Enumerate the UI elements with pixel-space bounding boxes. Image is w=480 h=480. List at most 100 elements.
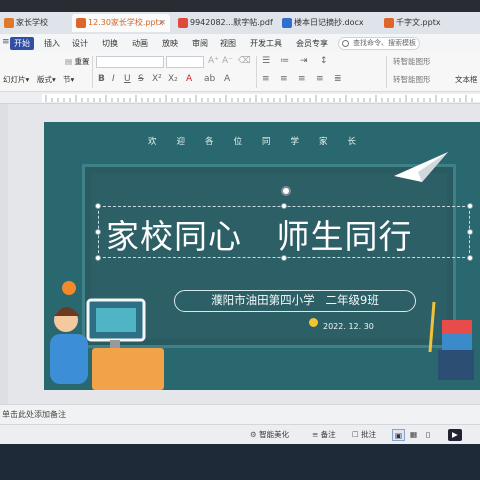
- pptx-icon: [76, 18, 86, 28]
- play-slideshow-icon[interactable]: ▶: [448, 429, 462, 441]
- tab-label: 12.30家长学校.pptx: [88, 18, 164, 27]
- tab-thousand-char[interactable]: 千字文.pptx: [380, 14, 480, 32]
- search-placeholder: 查找命令、搜索模板: [353, 39, 416, 47]
- ribbon-menu-bar: ≡ 开始 插入 设计 切换 动画 放映 审阅 视图 开发工具 会员专享 查找命令…: [0, 34, 480, 52]
- distribute-icon[interactable]: ≣: [334, 74, 342, 84]
- docx-icon: [282, 18, 292, 28]
- tab-docx[interactable]: 楼本日记摘抄.docx: [278, 14, 376, 32]
- status-bar: ⚙ 智能美化 ≡ 备注 ☐ 批注 ▣ ▦ ▯ ▶: [0, 424, 480, 444]
- presentation-date: 2022. 12. 30: [323, 322, 374, 331]
- notes-toggle-button[interactable]: ≡ 备注: [312, 429, 336, 441]
- taskbar: [0, 444, 480, 480]
- tab-active-pptx[interactable]: 12.30家长学校.pptx ✕: [72, 14, 170, 32]
- stationery-illustration: [428, 301, 474, 380]
- menu-developer[interactable]: 开发工具: [246, 37, 286, 50]
- line-spacing-icon[interactable]: ↕: [320, 56, 328, 66]
- school-class-label: 濮阳市油田第四小学 二年级9班: [174, 290, 416, 312]
- highlight-icon[interactable]: ab: [204, 74, 215, 84]
- bullet-list-icon[interactable]: ☰: [262, 56, 270, 66]
- notes-pane[interactable]: 单击此处添加备注: [0, 404, 480, 424]
- rotate-handle-icon[interactable]: [281, 186, 291, 196]
- sorter-view-icon[interactable]: ▦: [410, 429, 417, 441]
- text-to-shape-label: 转智能图形: [393, 75, 431, 84]
- reset-label: 重置: [74, 57, 90, 66]
- align-right-icon[interactable]: ≡: [298, 74, 306, 84]
- indent-icon[interactable]: ⇥: [300, 56, 308, 66]
- comments-label: 批注: [361, 430, 377, 439]
- subscript-icon[interactable]: X₂: [168, 74, 178, 84]
- superscript-icon[interactable]: X²: [152, 74, 162, 84]
- section-button[interactable]: 节▾: [60, 74, 77, 86]
- comments-button[interactable]: ☐ 批注: [352, 429, 376, 441]
- smart-beautify-button[interactable]: ⚙ 智能美化: [250, 429, 289, 441]
- menu-insert[interactable]: 插入: [40, 37, 64, 50]
- menu-transition[interactable]: 切换: [98, 37, 122, 50]
- hamburger-icon[interactable]: ≡: [2, 37, 10, 47]
- underline-icon[interactable]: U: [124, 74, 131, 84]
- font-family-select[interactable]: [96, 56, 164, 68]
- align-center-icon[interactable]: ≡: [280, 74, 288, 84]
- text-box-button[interactable]: 文本框: [452, 74, 480, 86]
- tab-label: 家长学校: [16, 18, 48, 27]
- document-tab-bar: 家长学校 12.30家长学校.pptx ✕ 9942082...默字帖.pdf …: [0, 12, 480, 34]
- tab-label: 千字文.pptx: [396, 18, 441, 27]
- decrease-font-icon[interactable]: A⁻: [222, 56, 233, 66]
- notes-placeholder: 单击此处添加备注: [2, 410, 66, 419]
- resize-handle[interactable]: [95, 229, 101, 235]
- reading-view-icon[interactable]: ▯: [426, 429, 430, 441]
- menu-animation[interactable]: 动画: [128, 37, 152, 50]
- text-shadow-icon[interactable]: A: [224, 74, 230, 84]
- resize-handle[interactable]: [467, 203, 473, 209]
- slide-title[interactable]: 家校同心 师生同行: [106, 210, 478, 258]
- menu-member[interactable]: 会员专享: [292, 37, 332, 50]
- sun-icon: [309, 318, 318, 327]
- increase-font-icon[interactable]: A⁺: [208, 56, 219, 66]
- reset-button[interactable]: ▤ 重置: [62, 56, 92, 68]
- align-left-icon[interactable]: ≡: [262, 74, 270, 84]
- smart-beautify-label: 智能美化: [259, 430, 290, 439]
- convert-smartart-label: 转智能图形: [393, 57, 431, 66]
- font-color-icon[interactable]: A: [186, 74, 192, 84]
- paper-plane-illustration: [394, 152, 448, 182]
- ribbon-divider: [92, 56, 93, 88]
- horizontal-ruler[interactable]: [0, 92, 480, 104]
- resize-handle[interactable]: [95, 203, 101, 209]
- menu-review[interactable]: 审阅: [188, 37, 212, 50]
- text-box-label: 文本框: [455, 75, 478, 84]
- notes-toggle-label: 备注: [320, 430, 336, 439]
- menu-design[interactable]: 设计: [68, 37, 92, 50]
- resize-handle[interactable]: [281, 203, 287, 209]
- search-icon: [342, 40, 349, 47]
- tab-label: 9942082...默字帖.pdf: [190, 18, 273, 27]
- convert-smartart-button[interactable]: 转智能图形: [390, 56, 434, 68]
- ribbon-divider: [386, 56, 387, 88]
- home-ribbon: 幻灯片▾ 版式▾ 节▾ ▤ 重置 A⁺ A⁻ ⌫ B I U S X² X₂ A…: [0, 52, 480, 92]
- section-label: 节: [63, 75, 71, 84]
- menu-view[interactable]: 视图: [216, 37, 240, 50]
- welcome-banner: 欢迎各位同学家长: [147, 137, 376, 147]
- font-size-select[interactable]: [166, 56, 204, 68]
- menu-home[interactable]: 开始: [10, 37, 34, 50]
- new-slide-button[interactable]: 幻灯片▾: [0, 74, 32, 86]
- numbered-list-icon[interactable]: ≔: [280, 56, 289, 66]
- clear-format-icon[interactable]: ⌫: [238, 56, 251, 66]
- comment-icon: ☐: [352, 430, 362, 439]
- tab-pdf[interactable]: 9942082...默字帖.pdf: [174, 14, 274, 32]
- justify-icon[interactable]: ≡: [316, 74, 324, 84]
- close-tab-icon[interactable]: ✕: [159, 14, 166, 32]
- text-to-shape-button[interactable]: 转智能图形: [390, 74, 434, 86]
- layout-button[interactable]: 版式▾: [34, 74, 59, 86]
- normal-view-icon[interactable]: ▣: [392, 429, 406, 441]
- wps-icon: [4, 18, 14, 28]
- student-at-computer-illustration: [50, 281, 164, 390]
- strikethrough-icon[interactable]: S: [138, 74, 144, 84]
- tab-home-school[interactable]: 家长学校: [0, 14, 70, 32]
- bold-icon[interactable]: B: [98, 74, 105, 84]
- resize-handle[interactable]: [95, 255, 101, 261]
- command-search-input[interactable]: 查找命令、搜索模板: [338, 37, 420, 50]
- pdf-icon: [178, 18, 188, 28]
- menu-slideshow[interactable]: 放映: [158, 37, 182, 50]
- italic-icon[interactable]: I: [112, 74, 115, 84]
- vertical-ruler[interactable]: [0, 104, 8, 404]
- new-slide-label: 幻灯片: [3, 75, 26, 84]
